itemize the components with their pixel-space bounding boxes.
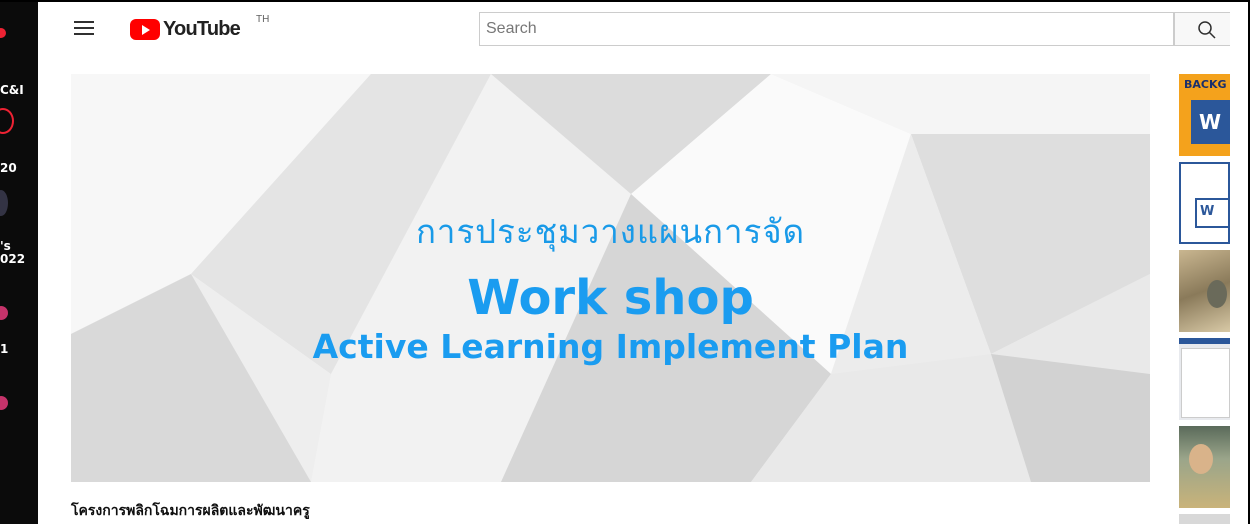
word-logo-icon: W <box>1191 100 1230 144</box>
strip-label: 022 <box>0 252 26 266</box>
youtube-logo[interactable]: YouTube TH <box>130 14 269 40</box>
related-video-thumbnail[interactable] <box>1179 426 1230 508</box>
related-video-thumbnail[interactable]: BACKG W <box>1179 74 1230 156</box>
decorative-dot <box>0 396 8 410</box>
strip-label: C&I <box>0 83 24 97</box>
page-edge <box>1230 0 1250 524</box>
word-document-icon: W <box>1195 198 1228 228</box>
strip-label: 1 <box>0 342 9 356</box>
strip-label: 's <box>0 239 11 253</box>
person-figure <box>1207 280 1227 308</box>
frame-border <box>0 0 1250 2</box>
document-page <box>1181 348 1230 418</box>
left-cropped-strip: C&I 20 's 022 1 <box>0 0 38 524</box>
strip-label: 20 <box>0 161 17 175</box>
decorative-dot <box>0 108 14 134</box>
decorative-dot <box>0 306 8 320</box>
hamburger-menu-icon[interactable] <box>74 21 94 35</box>
screen: C&I 20 's 022 1 YouTube TH Search การประ… <box>0 0 1250 524</box>
country-code: TH <box>256 14 270 25</box>
search-icon <box>1198 21 1216 39</box>
person-figure <box>1189 444 1213 474</box>
screen-toolbar <box>1179 338 1230 344</box>
video-title[interactable]: โครงการพลิกโฉมการผลิตและพัฒนาครู <box>71 500 310 522</box>
thumbnail-subheading: Active Learning Implement Plan <box>312 327 909 366</box>
search-input[interactable] <box>479 12 1174 46</box>
decorative-dot <box>0 28 6 38</box>
youtube-play-icon <box>130 18 160 40</box>
search-button[interactable] <box>1174 12 1234 46</box>
related-video-thumbnail[interactable]: W <box>1179 162 1230 244</box>
decorative-dot <box>0 190 8 216</box>
thumbnail-text: BACKG <box>1184 78 1227 91</box>
related-video-thumbnail[interactable] <box>1179 514 1230 524</box>
related-video-thumbnail[interactable] <box>1179 250 1230 332</box>
main-video-thumbnail[interactable]: การประชุมวางแผนการจัด Work shop Active L… <box>71 74 1150 482</box>
logo-text: YouTube <box>163 17 241 40</box>
thumbnail-workshop-heading: Work shop <box>467 270 754 326</box>
thumbnail-thai-heading: การประชุมวางแผนการจัด <box>415 212 806 251</box>
top-bar: YouTube TH <box>38 0 1234 54</box>
related-video-thumbnail[interactable] <box>1179 338 1230 420</box>
